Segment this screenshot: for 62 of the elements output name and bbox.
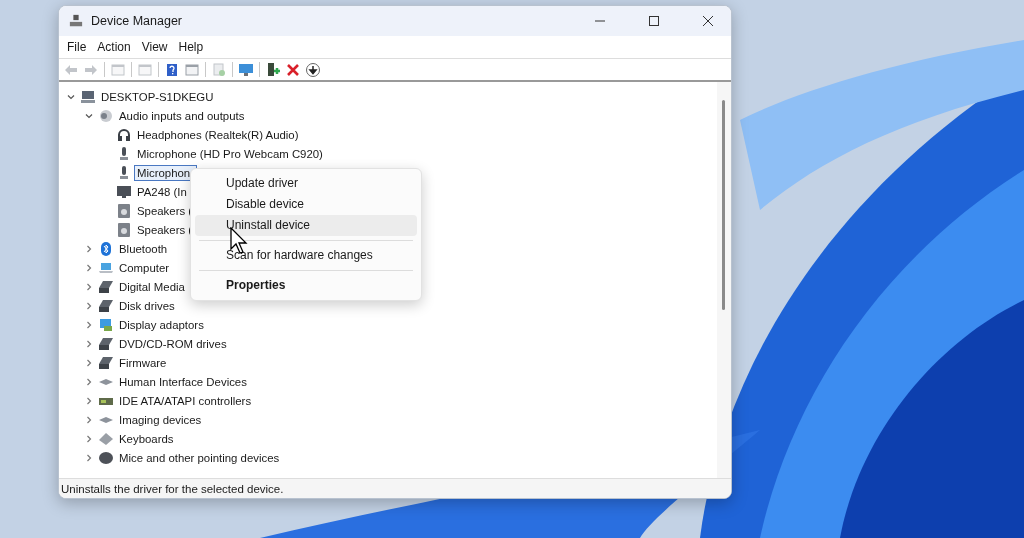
tree-item[interactable]: Microphon <box>134 164 198 181</box>
maximize-icon <box>649 16 659 26</box>
menu-item[interactable]: Help <box>174 38 208 56</box>
tree-item[interactable]: Computer <box>116 259 172 276</box>
speaker-icon <box>98 107 114 124</box>
menu-item[interactable]: Action <box>93 38 135 56</box>
tree-item[interactable]: Mice and other pointing devices <box>116 449 283 466</box>
drive-icon <box>98 278 114 295</box>
tree-item[interactable]: Microphone (HD Pro Webcam C920) <box>134 145 326 162</box>
tree-item[interactable]: Display adaptors <box>116 316 207 333</box>
menu-item[interactable]: File <box>63 38 91 56</box>
tree-item[interactable]: Human Interface Devices <box>116 373 250 390</box>
drive-icon <box>98 297 114 314</box>
tree-item[interactable]: Bluetooth <box>116 240 171 257</box>
drive-icon <box>98 354 114 371</box>
chevron-right-icon[interactable] <box>85 358 93 367</box>
scrollbar[interactable] <box>717 82 731 478</box>
mouse-icon <box>98 449 114 466</box>
monitor-icon <box>116 183 132 200</box>
drive-icon <box>98 335 114 352</box>
chevron-right-icon[interactable] <box>85 453 93 462</box>
chevron-right-icon[interactable] <box>85 263 93 272</box>
chevron-right-icon[interactable] <box>85 320 93 329</box>
speaker-icon <box>116 202 132 219</box>
tree-item[interactable]: Audio inputs and outputs <box>116 107 248 124</box>
download-icon[interactable] <box>304 60 322 79</box>
tree-item[interactable]: DVD/CD-ROM drives <box>116 335 230 352</box>
chevron-right-icon[interactable] <box>85 301 93 310</box>
status-text: Uninstalls the driver for the selected device. <box>59 478 731 498</box>
close-icon <box>703 16 713 26</box>
headphones-icon <box>116 126 132 143</box>
window-title: Device Manager <box>91 14 183 28</box>
menu-item[interactable]: Scan for hardware changes <box>195 245 417 266</box>
chevron-right-icon[interactable] <box>85 244 93 253</box>
chevron-right-icon[interactable] <box>85 415 93 424</box>
tree-item[interactable]: Headphones (Realtek(R) Audio) <box>134 126 302 143</box>
chevron-right-icon[interactable] <box>85 377 93 386</box>
chevron-right-icon[interactable] <box>85 339 93 348</box>
tree-item[interactable]: PA248 (In <box>134 183 190 200</box>
tree-item[interactable]: Imaging devices <box>116 411 205 428</box>
computer-icon <box>80 88 96 105</box>
menu-item[interactable]: View <box>137 38 172 56</box>
tree-item[interactable]: DESKTOP-S1DKEGU <box>98 88 217 105</box>
tree-item[interactable]: Keyboards <box>116 430 177 447</box>
chevron-right-icon[interactable] <box>85 282 93 291</box>
keyboard-icon <box>98 430 114 447</box>
tree-item[interactable]: Firmware <box>116 354 170 371</box>
speaker-icon <box>116 221 132 238</box>
tree-item[interactable]: Digital Media <box>116 278 188 295</box>
chevron-down-icon[interactable] <box>85 111 93 120</box>
chevron-right-icon[interactable] <box>85 434 93 443</box>
chevron-down-icon[interactable] <box>67 92 75 101</box>
display-icon <box>98 316 114 333</box>
menu-item[interactable]: Update driver <box>195 173 417 194</box>
chevron-right-icon[interactable] <box>85 396 93 405</box>
menu-item[interactable]: Disable device <box>195 194 417 215</box>
menu-item[interactable]: Properties <box>195 275 417 296</box>
bluetooth-icon <box>98 240 114 257</box>
tree-item[interactable]: IDE ATA/ATAPI controllers <box>116 392 255 409</box>
tree-item[interactable]: Disk drives <box>116 297 178 314</box>
device-manager-icon <box>69 14 83 28</box>
menu-item[interactable]: Uninstall device <box>195 215 417 236</box>
